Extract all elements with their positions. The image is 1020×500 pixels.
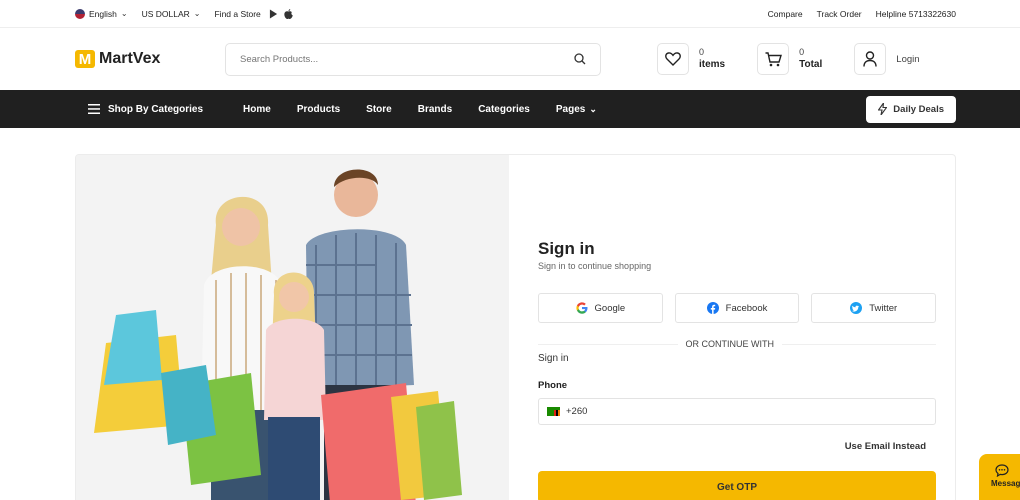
lightning-icon: [878, 103, 888, 115]
facebook-icon: [706, 302, 719, 314]
shop-by-categories-button[interactable]: Shop By Categories: [88, 104, 203, 115]
chevron-down-icon: ⌄: [120, 9, 128, 18]
signin-form: Sign in Sign in to continue shopping Goo…: [509, 155, 955, 500]
cart-button[interactable]: [757, 43, 790, 75]
menu-icon: [88, 104, 100, 114]
nav-links: Home Products Store Brands Categories Pa…: [243, 104, 866, 115]
wishlist-button[interactable]: [657, 43, 689, 75]
chevron-down-icon: ⌄: [193, 9, 201, 18]
track-order-link[interactable]: Track Order: [817, 9, 862, 19]
google-login-button[interactable]: Google: [538, 293, 663, 323]
daily-deals-label: Daily Deals: [893, 103, 944, 115]
language-label: English: [89, 8, 117, 19]
categories-button-label: Shop By Categories: [108, 103, 204, 115]
us-flag-icon: [75, 8, 85, 19]
find-store-link[interactable]: Find a Store: [214, 8, 293, 19]
zambia-flag-icon[interactable]: [547, 407, 560, 416]
search-bar: [225, 42, 601, 76]
or-divider-label: OR CONTINUE WITH: [677, 339, 782, 349]
nav-products[interactable]: Products: [297, 104, 340, 115]
logo-text: MartVex: [99, 50, 161, 67]
nav-brands[interactable]: Brands: [418, 104, 452, 115]
use-email-link[interactable]: Use Email Instead: [538, 441, 936, 452]
signin-card: Sign in Sign in to continue shopping Goo…: [75, 154, 956, 500]
wishlist[interactable]: 0 items: [657, 43, 725, 75]
login[interactable]: Login: [854, 43, 920, 75]
google-icon: [575, 302, 588, 314]
search-icon[interactable]: [574, 53, 586, 65]
compare-link[interactable]: Compare: [768, 9, 803, 19]
wishlist-count-label: items: [699, 59, 726, 71]
currency-selector[interactable]: US DOLLAR ⌄: [142, 9, 201, 19]
helpline-text: Helpline 5713322630: [875, 8, 956, 19]
wishlist-count-value: 0: [699, 46, 705, 57]
or-divider: OR CONTINUE WITH: [538, 339, 936, 349]
cart-count-value: 0: [799, 46, 805, 57]
user-icon: [863, 51, 877, 67]
currency-label: US DOLLAR: [141, 8, 190, 19]
nav-store[interactable]: Store: [366, 104, 392, 115]
daily-deals-button[interactable]: Daily Deals: [866, 95, 956, 123]
apple-icon[interactable]: [284, 8, 293, 19]
search-input[interactable]: [240, 53, 540, 65]
play-store-icon[interactable]: [269, 9, 278, 19]
facebook-label: Facebook: [725, 302, 768, 314]
heart-icon: [665, 52, 681, 66]
phone-country-code: +260: [566, 406, 588, 417]
chat-icon: [995, 464, 1009, 477]
family-shopping-image: [76, 155, 509, 500]
phone-label: Phone: [538, 380, 568, 391]
hero-image: [76, 155, 509, 500]
login-link[interactable]: Login: [896, 54, 919, 65]
user-button[interactable]: [854, 43, 887, 75]
get-otp-button[interactable]: Get OTP: [538, 471, 936, 500]
logo-mark: M: [75, 50, 95, 68]
twitter-icon: [850, 302, 863, 314]
phone-input[interactable]: +260: [538, 398, 936, 425]
nav-home[interactable]: Home: [243, 104, 271, 115]
twitter-login-button[interactable]: Twitter: [811, 293, 937, 323]
top-bar: English ⌄ US DOLLAR ⌄ Find a Store Compa…: [0, 0, 1020, 28]
cart-count: 0 Total: [799, 47, 822, 72]
google-label: Google: [594, 302, 626, 314]
facebook-login-button[interactable]: Facebook: [674, 293, 800, 323]
message-widget-button[interactable]: Messag: [979, 454, 1020, 500]
social-login-buttons: Google Facebook Twitter: [538, 293, 937, 323]
find-store-label: Find a Store: [214, 8, 261, 19]
language-selector[interactable]: English ⌄: [75, 8, 128, 19]
chevron-down-icon: ⌄: [589, 103, 597, 114]
nav-pages-label: Pages: [555, 103, 586, 115]
cart[interactable]: 0 Total: [757, 43, 822, 75]
cart-count-label: Total: [799, 59, 823, 71]
signin-method-label: Sign in: [538, 353, 569, 364]
nav-categories[interactable]: Categories: [478, 104, 530, 115]
signin-subtitle: Sign in to continue shopping: [538, 261, 652, 271]
top-bar-left: English ⌄ US DOLLAR ⌄ Find a Store: [75, 8, 293, 19]
top-bar-right: Compare Track Order Helpline 5713322630: [768, 9, 956, 19]
signin-title: Sign in: [538, 239, 595, 258]
nav-pages[interactable]: Pages ⌄: [556, 104, 597, 115]
logo[interactable]: M MartVex: [75, 50, 225, 68]
cart-icon: [765, 51, 782, 66]
message-widget-label: Messag: [991, 479, 1020, 488]
wishlist-count: 0 items: [699, 47, 725, 72]
header: M MartVex 0 items 0 Total Login: [0, 28, 1020, 90]
main-nav: Shop By Categories Home Products Store B…: [0, 90, 1020, 128]
twitter-label: Twitter: [869, 302, 898, 314]
